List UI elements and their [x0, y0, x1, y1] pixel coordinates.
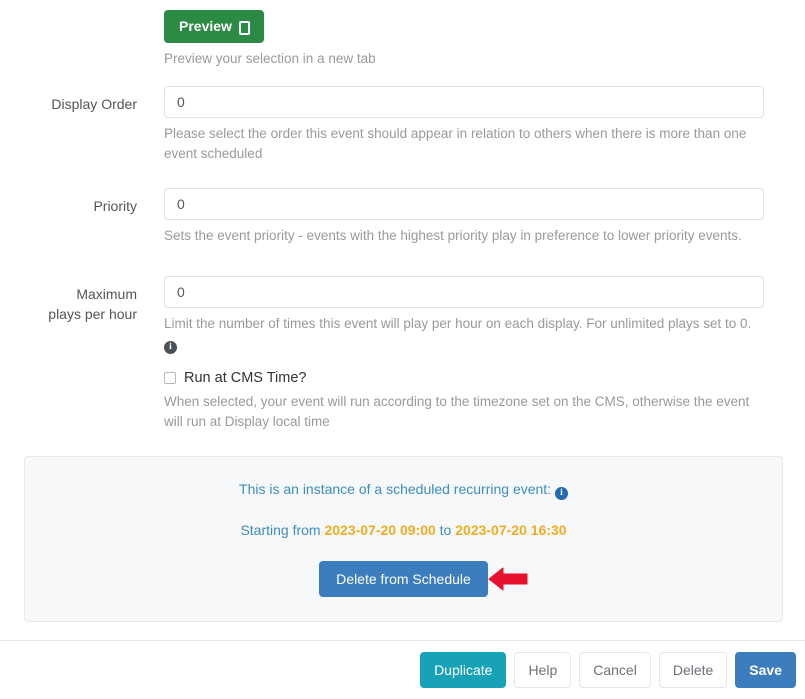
preview-button-label: Preview [179, 18, 232, 35]
delete-from-schedule-button[interactable]: Delete from Schedule [319, 561, 488, 597]
delete-button[interactable]: Delete [659, 652, 727, 688]
cms-time-checkbox-line[interactable]: Run at CMS Time? [164, 368, 805, 386]
cancel-button[interactable]: Cancel [579, 652, 651, 688]
display-order-input[interactable] [164, 86, 764, 118]
maximum-plays-label-line1: Maximum [0, 284, 137, 304]
run-at-cms-time-label[interactable]: Run at CMS Time? [184, 370, 307, 386]
priority-help-text: Sets the event priority - events with th… [164, 226, 764, 246]
to-label: to [440, 522, 452, 538]
recurring-event-dates: Starting from 2023-07-20 09:00 to 2023-0… [37, 520, 770, 540]
maximum-plays-field: Limit the number of times this event wil… [137, 276, 805, 354]
starting-from-label: Starting from [240, 522, 320, 538]
priority-field: Sets the event priority - events with th… [137, 188, 805, 246]
priority-row: Priority Sets the event priority - event… [0, 188, 805, 246]
cms-time-field: Run at CMS Time? When selected, your eve… [137, 368, 805, 432]
preview-row: Preview Preview your selection in a new … [0, 2, 805, 69]
cms-time-help-text: When selected, your event will run accor… [164, 392, 764, 432]
priority-label: Priority [0, 188, 137, 216]
maximum-plays-label-line2: plays per hour [0, 304, 137, 324]
info-icon[interactable]: i [164, 341, 177, 354]
maximum-plays-row: Maximum plays per hour Limit the number … [0, 276, 805, 354]
display-order-field: Please select the order this event shoul… [137, 86, 805, 164]
maximum-plays-input[interactable] [164, 276, 764, 308]
recurring-event-notice: This is an instance of a scheduled recur… [37, 479, 770, 500]
red-left-arrow-icon [487, 565, 529, 593]
tablet-icon [239, 21, 250, 35]
duplicate-button[interactable]: Duplicate [420, 652, 506, 688]
display-order-label: Display Order [0, 86, 137, 114]
maximum-plays-help-text: Limit the number of times this event wil… [164, 314, 764, 354]
delete-from-schedule-wrap: Delete from Schedule [319, 561, 488, 597]
schedule-event-form-page: Preview Preview your selection in a new … [0, 0, 805, 699]
priority-input[interactable] [164, 188, 764, 220]
start-datetime: 2023-07-20 09:00 [324, 522, 435, 538]
save-button[interactable]: Save [735, 652, 796, 688]
preview-button-wrap: Preview [164, 2, 805, 43]
end-datetime: 2023-07-20 16:30 [455, 522, 566, 538]
preview-field: Preview Preview your selection in a new … [137, 2, 805, 69]
recurring-event-notice-text: This is an instance of a scheduled recur… [239, 481, 551, 497]
cms-time-row: Run at CMS Time? When selected, your eve… [0, 368, 805, 432]
preview-button[interactable]: Preview [164, 10, 264, 43]
recurring-event-panel: This is an instance of a scheduled recur… [24, 456, 783, 622]
preview-label-spacer [0, 2, 137, 10]
maximum-plays-label: Maximum plays per hour [0, 276, 137, 324]
run-at-cms-time-checkbox[interactable] [164, 372, 176, 384]
footer-toolbar: Duplicate Help Cancel Delete Save [0, 641, 805, 699]
help-button[interactable]: Help [514, 652, 571, 688]
cms-time-label-spacer [0, 368, 137, 376]
preview-help-text: Preview your selection in a new tab [164, 49, 764, 69]
maximum-plays-help-label: Limit the number of times this event wil… [164, 316, 751, 331]
display-order-help-text: Please select the order this event shoul… [164, 124, 764, 164]
display-order-row: Display Order Please select the order th… [0, 86, 805, 164]
info-icon[interactable]: i [555, 487, 568, 500]
